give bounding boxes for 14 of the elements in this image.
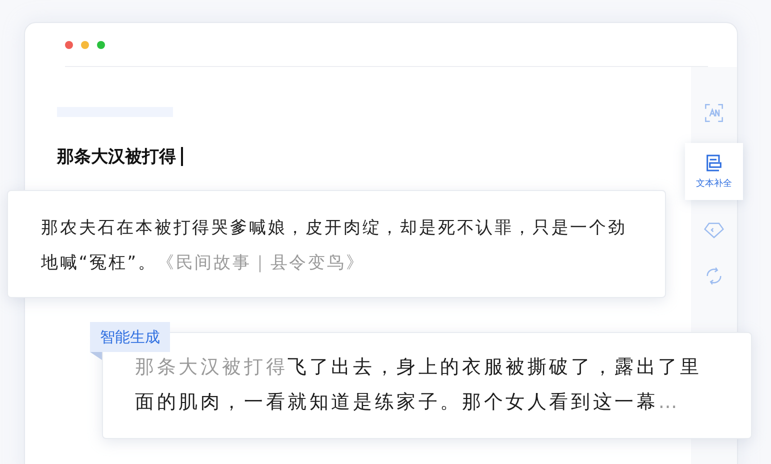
sidebar-item[interactable]: 文本补全 [685, 143, 743, 200]
tag-fold [90, 352, 102, 360]
generated-text: 那条大汉被打得飞了出去，身上的衣服被撕破了，露出了里面的肌肉，一看就知道是练家子。那个女人看到这一幕… [135, 355, 703, 415]
ai-generated-tag: 智能生成 [90, 322, 170, 352]
diamond-tag-icon [704, 220, 724, 240]
close-dot-icon[interactable] [65, 40, 73, 48]
text-cursor [181, 147, 183, 166]
maximize-dot-icon[interactable] [97, 40, 105, 48]
convert-icon [704, 266, 724, 286]
text-scan-icon [704, 103, 724, 123]
quote-text: 那农夫石在本被打得哭爹喊娘，皮开肉绽，却是死不认罪，只是一个劲地喊“冤枉”。《民间故事｜县令变鸟》 [41, 217, 628, 275]
document-icon [704, 153, 724, 173]
minimize-dot-icon[interactable] [81, 40, 89, 48]
editor-text[interactable]: 那条大汉被打得 [57, 145, 176, 168]
